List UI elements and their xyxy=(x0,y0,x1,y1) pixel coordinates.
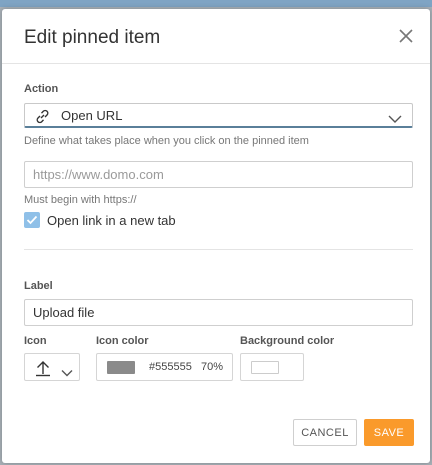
close-icon[interactable] xyxy=(396,26,416,46)
edit-pinned-item-dialog: Edit pinned item Action Open URL Define … xyxy=(2,9,430,463)
action-help-text: Define what takes place when you click o… xyxy=(24,135,309,147)
icon-label: Icon xyxy=(24,335,47,347)
icon-color-opacity: 70% xyxy=(201,361,224,373)
cancel-button[interactable]: CANCEL xyxy=(293,419,357,446)
check-icon xyxy=(26,215,38,225)
icon-color-label: Icon color xyxy=(96,335,149,347)
url-input[interactable] xyxy=(24,161,413,188)
upload-icon xyxy=(34,359,52,382)
action-select[interactable]: Open URL xyxy=(24,103,413,128)
url-help-text: Must begin with https:// xyxy=(24,194,137,206)
icon-picker[interactable] xyxy=(24,353,80,381)
icon-color-picker[interactable]: #555555 70% xyxy=(96,353,233,381)
icon-color-hex: #555555 xyxy=(149,361,192,373)
chevron-down-icon xyxy=(61,364,73,382)
action-label: Action xyxy=(24,83,59,95)
new-tab-checkbox[interactable] xyxy=(24,212,40,228)
action-selected-value: Open URL xyxy=(61,108,123,123)
label-field-label: Label xyxy=(24,280,53,292)
label-input[interactable] xyxy=(24,299,413,326)
section-divider xyxy=(24,249,413,250)
icon-color-swatch xyxy=(107,361,135,374)
dialog-title: Edit pinned item xyxy=(24,27,161,48)
background-color-swatch xyxy=(251,361,279,374)
background-color-picker[interactable] xyxy=(240,353,304,381)
save-button[interactable]: SAVE xyxy=(364,419,414,446)
chevron-down-icon xyxy=(388,111,402,123)
link-icon xyxy=(34,108,51,125)
background-color-label: Background color xyxy=(240,335,335,347)
new-tab-label: Open link in a new tab xyxy=(47,213,176,228)
dialog-header: Edit pinned item xyxy=(2,9,430,64)
